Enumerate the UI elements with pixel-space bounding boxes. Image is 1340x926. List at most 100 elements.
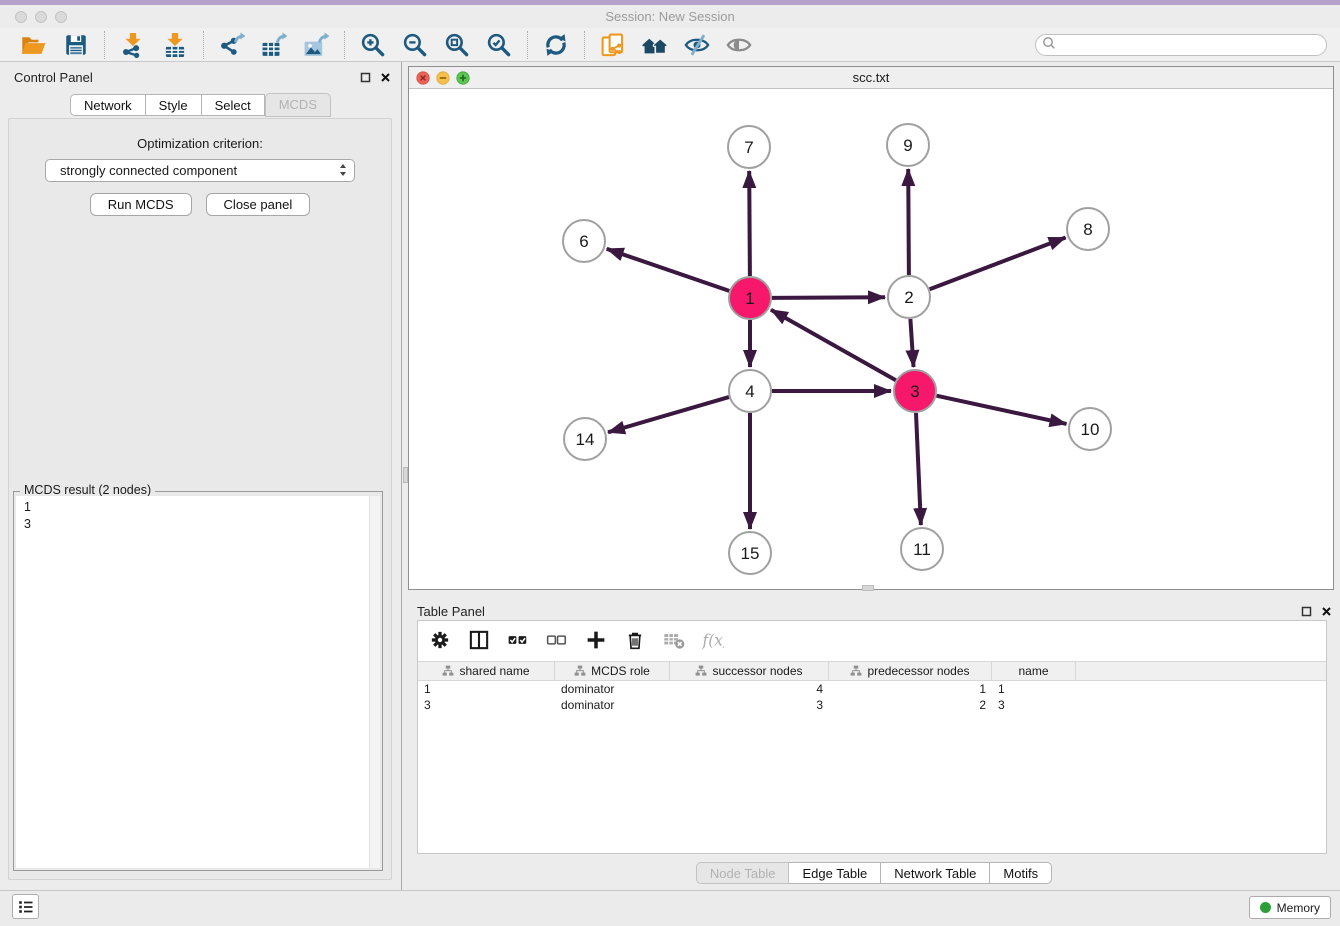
graph-node-7[interactable]: 7	[728, 126, 770, 168]
graph-node-10[interactable]: 10	[1069, 408, 1111, 450]
close-table-panel-icon[interactable]	[1321, 605, 1332, 620]
table-cell[interactable]: dominator	[555, 697, 670, 713]
edge-1-2[interactable]	[772, 297, 885, 298]
tab-motifs[interactable]: Motifs	[990, 862, 1052, 884]
first-neighbors-button[interactable]	[640, 30, 670, 60]
edge-1-6[interactable]	[607, 249, 730, 291]
refresh-layout-button[interactable]	[541, 30, 571, 60]
column-view-button[interactable]	[467, 629, 491, 653]
export-table-icon	[261, 32, 287, 58]
edge-2-3[interactable]	[910, 319, 913, 367]
tree-icon	[574, 665, 586, 677]
table-cell[interactable]: dominator	[555, 681, 670, 697]
horizontal-splitter-handle[interactable]	[862, 585, 874, 591]
import-network-button[interactable]	[118, 30, 148, 60]
graph-node-2[interactable]: 2	[888, 276, 930, 318]
column-header-MCDS-role[interactable]: MCDS role	[555, 662, 670, 680]
edge-3-10[interactable]	[937, 396, 1067, 424]
network-graph: 7 9 6 8 1 2 4 3 14 10 15 11	[409, 89, 1333, 589]
column-header-name[interactable]: name	[992, 662, 1076, 680]
table-row[interactable]: 3dominator323	[418, 697, 1326, 713]
graph-node-6[interactable]: 6	[563, 220, 605, 262]
tab-mcds[interactable]: MCDS	[265, 93, 331, 117]
edge-2-9[interactable]	[908, 169, 909, 275]
settings-button[interactable]	[428, 629, 452, 653]
table-row[interactable]: 1dominator411	[418, 681, 1326, 697]
close-panel-icon[interactable]	[380, 71, 391, 86]
graph-node-1[interactable]: 1	[729, 277, 771, 319]
open-file-button[interactable]	[19, 30, 49, 60]
deselect-all-columns-button[interactable]	[545, 629, 569, 653]
close-panel-button[interactable]: Close panel	[206, 193, 311, 216]
duplicate-network-button[interactable]	[598, 30, 628, 60]
column-header-predecessor-nodes[interactable]: predecessor nodes	[829, 662, 992, 680]
export-table-button[interactable]	[259, 30, 289, 60]
edge-1-7[interactable]	[749, 171, 750, 276]
search-box[interactable]	[1035, 34, 1327, 56]
edge-3-1[interactable]	[771, 310, 896, 380]
table-cell[interactable]: 4	[670, 681, 829, 697]
show-all-button[interactable]	[724, 30, 754, 60]
tab-network[interactable]: Network	[70, 94, 146, 116]
tab-network-table[interactable]: Network Table	[881, 862, 990, 884]
tab-edge-table[interactable]: Edge Table	[789, 862, 881, 884]
table-cell[interactable]: 2	[829, 697, 992, 713]
edge-3-11[interactable]	[916, 413, 921, 525]
select-stepper-icon	[338, 162, 348, 180]
memory-button[interactable]: Memory	[1249, 896, 1331, 919]
criterion-select[interactable]: strongly connected component	[45, 159, 355, 182]
control-panel: Control Panel Network Style Select MCDS …	[0, 62, 402, 890]
float-panel-icon[interactable]	[360, 71, 371, 86]
search-input[interactable]	[1060, 36, 1326, 54]
result-scrollbar[interactable]	[369, 496, 380, 868]
hide-selected-button[interactable]	[682, 30, 712, 60]
tab-style[interactable]: Style	[146, 94, 202, 116]
table-cell[interactable]: 1	[418, 681, 555, 697]
zoom-selected-button[interactable]	[484, 30, 514, 60]
export-image-button[interactable]	[301, 30, 331, 60]
graph-node-4[interactable]: 4	[729, 370, 771, 412]
export-network-button[interactable]	[217, 30, 247, 60]
graph-node-15[interactable]: 15	[729, 532, 771, 574]
node-label: 6	[579, 232, 588, 251]
toolbar-group	[528, 30, 584, 60]
graph-node-3[interactable]: 3	[894, 370, 936, 412]
zoom-in-button[interactable]	[358, 30, 388, 60]
mcds-result-textarea[interactable]: 13	[16, 496, 380, 868]
node-label: 9	[903, 136, 912, 155]
toolbar-group	[105, 30, 203, 60]
edge-2-8[interactable]	[930, 238, 1066, 290]
table-cell[interactable]: 1	[829, 681, 992, 697]
column-header-successor-nodes[interactable]: successor nodes	[670, 662, 829, 680]
run-mcds-button[interactable]: Run MCDS	[90, 193, 192, 216]
table-cell[interactable]: 1	[992, 681, 1076, 697]
node-label: 2	[904, 288, 913, 307]
delete-row-button[interactable]	[623, 629, 647, 653]
node-label: 7	[744, 138, 753, 157]
float-table-panel-icon[interactable]	[1301, 605, 1312, 620]
network-view-window: scc.txt 7968124314101511	[408, 66, 1334, 590]
table-cell[interactable]: 3	[992, 697, 1076, 713]
graph-node-14[interactable]: 14	[564, 418, 606, 460]
import-table-button[interactable]	[160, 30, 190, 60]
graph-node-9[interactable]: 9	[887, 124, 929, 166]
node-label: 14	[576, 430, 595, 449]
tab-select[interactable]: Select	[202, 94, 265, 116]
edge-4-14[interactable]	[608, 397, 729, 432]
network-canvas[interactable]: 7 9 6 8 1 2 4 3 14 10 15 11	[409, 89, 1333, 589]
column-header-shared-name[interactable]: shared name	[418, 662, 555, 680]
add-row-button[interactable]	[584, 629, 608, 653]
tab-node-table[interactable]: Node Table	[696, 862, 790, 884]
select-all-columns-button[interactable]	[506, 629, 530, 653]
memory-label: Memory	[1277, 901, 1320, 915]
criterion-select-value: strongly connected component	[60, 163, 237, 178]
graph-node-11[interactable]: 11	[901, 528, 943, 570]
zoom-fit-button[interactable]	[442, 30, 472, 60]
table-header-row: shared nameMCDS rolesuccessor nodesprede…	[418, 661, 1326, 681]
save-session-button[interactable]	[61, 30, 91, 60]
graph-node-8[interactable]: 8	[1067, 208, 1109, 250]
task-history-button[interactable]	[12, 894, 39, 919]
zoom-out-button[interactable]	[400, 30, 430, 60]
table-cell[interactable]: 3	[418, 697, 555, 713]
table-cell[interactable]: 3	[670, 697, 829, 713]
